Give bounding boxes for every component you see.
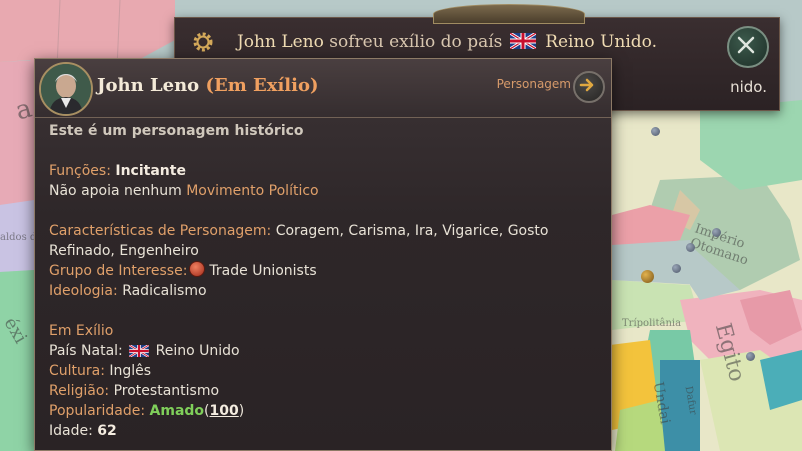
popularity-paren-close: ) [238,403,245,419]
culture-row: Cultura: Inglês [49,361,601,381]
city-marker[interactable] [672,264,681,273]
city-marker[interactable] [746,352,755,361]
movement-prefix: Não apoia nenhum [49,183,182,199]
arrow-right-icon [579,78,594,92]
popularity-value[interactable]: 100 [210,403,239,419]
exile-header: Em Exílio [49,323,114,339]
tooltip-content: Este é um personagem histórico Funções: … [49,121,601,441]
culture-label: Cultura: [49,363,105,379]
exile-status: (Em Exílio) [205,75,319,96]
popularity-row: Popularidade: Amado(100) [49,401,601,421]
character-name: John Leno (Em Exílio) [97,75,319,96]
popularity-word: Amado [149,403,205,419]
ideology-label: Ideologia: [49,283,118,299]
interest-group-icon [189,261,206,277]
functions-value[interactable]: Incitante [115,163,186,179]
homeland-value[interactable]: Reino Unido [156,343,240,359]
traits-label: Características de Personagem: [49,223,272,239]
age-row: Idade: 62 [49,421,601,441]
historical-character-note: Este é um personagem histórico [49,123,304,139]
ideology-value[interactable]: Radicalismo [122,283,206,299]
tooltip-header: John Leno (Em Exílio) Personagem [35,59,611,118]
close-button[interactable] [727,26,769,68]
interest-group-row: Grupo de Interesse: Trade Unionists [49,261,601,281]
political-movement-link[interactable]: Movimento Político [186,183,318,199]
notification-character-name[interactable]: John Leno [237,32,324,52]
close-icon [737,36,755,54]
character-name-text: John Leno [97,75,200,96]
city-marker[interactable] [651,127,660,136]
culture-value[interactable]: Inglês [109,363,151,379]
interest-group-value[interactable]: Trade Unionists [209,263,316,279]
religion-label: Religião: [49,383,110,399]
city-marker[interactable] [712,228,721,237]
popularity-label: Popularidade: [49,403,146,419]
character-portrait[interactable] [39,62,93,116]
character-type-label: Personagem [496,77,571,91]
uk-flag-icon [509,33,536,49]
notification-title: John Leno sofreu exílio do país Reino Un… [175,32,719,52]
ideology-row: Ideologia: Radicalismo [49,281,601,301]
homeland-row: País Natal: Reino Unido [49,341,601,361]
age-label: Idade: [49,423,93,439]
city-marker[interactable] [686,243,695,252]
homeland-label: País Natal: [49,343,123,359]
functions-row: Funções: Incitante [49,161,601,181]
notification-ornament [433,4,585,24]
map-label: Trípolitânia [622,318,682,329]
traits-row: Características de Personagem: Coragem, … [49,221,601,261]
portrait-image [41,64,91,114]
religion-row: Religião: Protestantismo [49,381,601,401]
functions-label: Funções: [49,163,111,179]
age-value: 62 [97,423,117,439]
interest-group-label: Grupo de Interesse: [49,263,188,279]
notification-country[interactable]: Reino Unido. [545,32,657,52]
open-character-button[interactable] [573,71,605,103]
notification-message: sofreu exílio do país [329,32,503,52]
religion-value[interactable]: Protestantismo [114,383,219,399]
character-tooltip: John Leno (Em Exílio) Personagem Este é … [34,58,612,451]
movement-row: Não apoia nenhum Movimento Político [49,181,601,201]
capital-marker[interactable] [641,270,654,283]
uk-flag-icon [129,345,150,357]
